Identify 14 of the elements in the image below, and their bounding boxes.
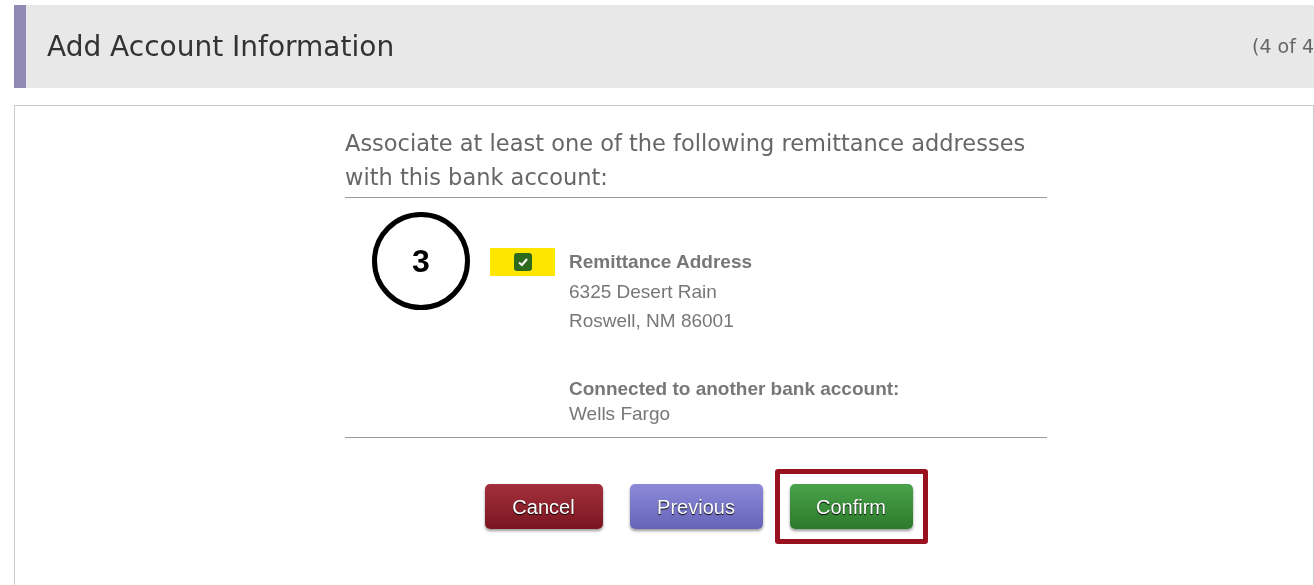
- page-title: Add Account Information: [47, 28, 395, 65]
- action-button[interactable]: Previous: [629, 484, 763, 529]
- step-callout: 3: [372, 212, 470, 310]
- instruction-text: Associate at least one of the following remittance addresses with this bank account:: [345, 126, 1047, 198]
- address-line: Roswell, NM 86001: [569, 308, 735, 333]
- step-indicator: (4 of 4: [1252, 34, 1314, 60]
- action-button[interactable]: Cancel: [484, 484, 603, 529]
- connected-label: Connected to another bank account:: [569, 376, 900, 401]
- check-icon: [516, 256, 529, 268]
- address-checkbox[interactable]: [513, 253, 532, 271]
- connected-bank: Wells Fargo: [569, 403, 671, 425]
- address-line: 6325 Desert Rain: [569, 279, 718, 304]
- action-button[interactable]: Confirm: [789, 484, 913, 529]
- address-title: Remittance Address: [569, 250, 754, 274]
